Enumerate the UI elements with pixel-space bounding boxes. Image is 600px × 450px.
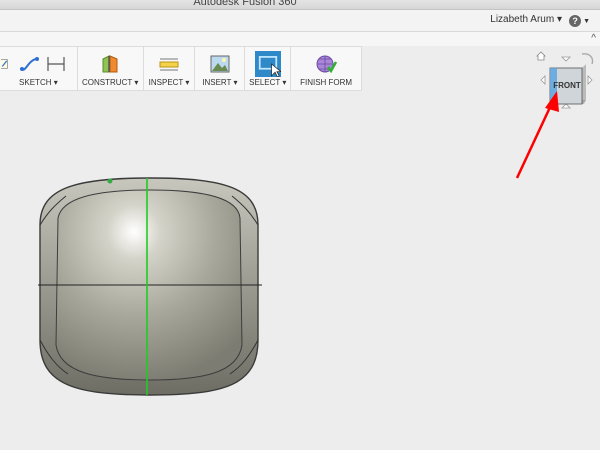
measure-icon[interactable]: [158, 53, 180, 75]
toolbar-group-insert: INSERT ▾: [195, 47, 246, 90]
window-title: Autodesk Fusion 360: [193, 0, 297, 8]
user-menu[interactable]: Lizabeth Arum ▾: [490, 14, 562, 25]
select-menu[interactable]: SELECT ▾: [245, 78, 290, 87]
view-right-arrow[interactable]: [587, 75, 593, 85]
construct-menu[interactable]: CONSTRUCT ▾: [78, 78, 143, 87]
view-up-arrow[interactable]: [561, 56, 571, 62]
help-button[interactable]: ? ▼: [569, 13, 590, 29]
finish-form-button[interactable]: FINISH FORM: [291, 78, 361, 87]
view-cube-face-label: FRONT: [553, 81, 581, 90]
toolbar-group-construct: CONSTRUCT ▾: [78, 47, 144, 90]
construct-plane-icon[interactable]: [99, 53, 121, 75]
spline-icon[interactable]: [19, 53, 41, 75]
finish-form-icon[interactable]: [315, 53, 338, 75]
toolbar-group-inspect: INSPECT ▾: [144, 47, 196, 90]
title-bar: Autodesk Fusion 360: [0, 0, 600, 10]
user-bar: Lizabeth Arum ▾ ? ▼: [0, 10, 600, 32]
select-window-icon[interactable]: [254, 51, 281, 77]
sketch-create-icon[interactable]: [1, 53, 15, 75]
rotate-view-icon[interactable]: [581, 53, 594, 65]
design-canvas[interactable]: [0, 92, 600, 450]
sketch-menu[interactable]: SKETCH ▾: [0, 78, 77, 87]
model-body[interactable]: [0, 92, 600, 450]
toolbar-group-finish: FINISH FORM: [291, 47, 361, 90]
home-icon[interactable]: [536, 51, 546, 61]
dimension-icon[interactable]: [45, 53, 67, 75]
insert-image-icon[interactable]: [209, 53, 231, 75]
toolbar-group-sketch: SKETCH ▾: [0, 47, 78, 90]
insert-menu[interactable]: INSERT ▾: [195, 78, 244, 87]
inspect-menu[interactable]: INSPECT ▾: [144, 78, 195, 87]
question-circle-icon: ?: [569, 15, 582, 27]
main-toolbar: SKETCH ▾ CONSTRUCT ▾ INSPECT ▾ INSERT ▾ …: [0, 46, 362, 91]
caret-down-icon: ▼: [583, 17, 590, 25]
view-left-arrow[interactable]: [540, 75, 546, 85]
chevron-up-icon[interactable]: ^: [591, 33, 596, 44]
toolbar-collapse-row: ^: [0, 32, 600, 46]
toolbar-group-select: SELECT ▾: [245, 47, 292, 90]
